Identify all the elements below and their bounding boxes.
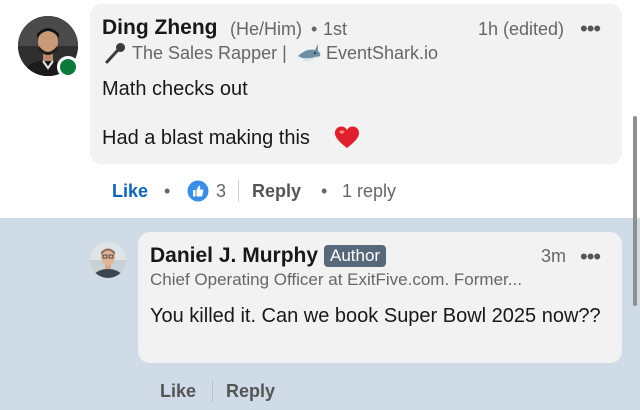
- comment-more-options-button[interactable]: •••: [580, 16, 601, 42]
- scrollbar[interactable]: [633, 116, 637, 306]
- online-status-icon: [57, 56, 79, 78]
- reaction-count[interactable]: 3: [216, 181, 226, 202]
- comment-timestamp: 1h (edited): [478, 19, 565, 39]
- degree-separator: •: [311, 19, 318, 39]
- thumbs-up-icon[interactable]: [187, 180, 209, 202]
- reply-body: You killed it. Can we book Super Bowl 20…: [150, 305, 601, 327]
- profile-photo: [90, 242, 126, 278]
- microphone-icon: [105, 43, 125, 64]
- avatar[interactable]: [90, 242, 126, 278]
- like-button[interactable]: Like: [112, 181, 148, 202]
- reply-button[interactable]: Reply: [252, 181, 301, 202]
- comment-body-line: Math checks out: [102, 78, 248, 100]
- action-divider: [238, 180, 239, 202]
- shark-icon: [298, 44, 321, 62]
- action-separator: •: [321, 181, 328, 201]
- reply-more-options-button[interactable]: •••: [580, 244, 601, 270]
- comment-headline-title: The Sales Rapper |: [132, 43, 287, 63]
- action-separator: •: [164, 181, 171, 201]
- comment-headline-company: EventShark.io: [326, 43, 439, 63]
- reply-reply-button[interactable]: Reply: [226, 381, 275, 402]
- comment-body-line: Had a blast making this: [102, 127, 310, 149]
- reply-count-link[interactable]: 1 reply: [342, 181, 396, 202]
- heart-icon: [335, 126, 359, 148]
- reply-like-button[interactable]: Like: [160, 381, 196, 402]
- reply-author-name[interactable]: Daniel J. Murphy: [150, 244, 318, 268]
- reply-headline: Chief Operating Officer at ExitFive.com.…: [150, 270, 522, 289]
- action-divider: [212, 380, 213, 402]
- connection-degree: 1st: [323, 19, 348, 39]
- comment-author-name[interactable]: Ding Zheng: [102, 16, 217, 40]
- author-badge: Author: [324, 245, 387, 267]
- pronouns: (He/Him): [230, 19, 302, 39]
- reply-timestamp: 3m: [541, 246, 567, 266]
